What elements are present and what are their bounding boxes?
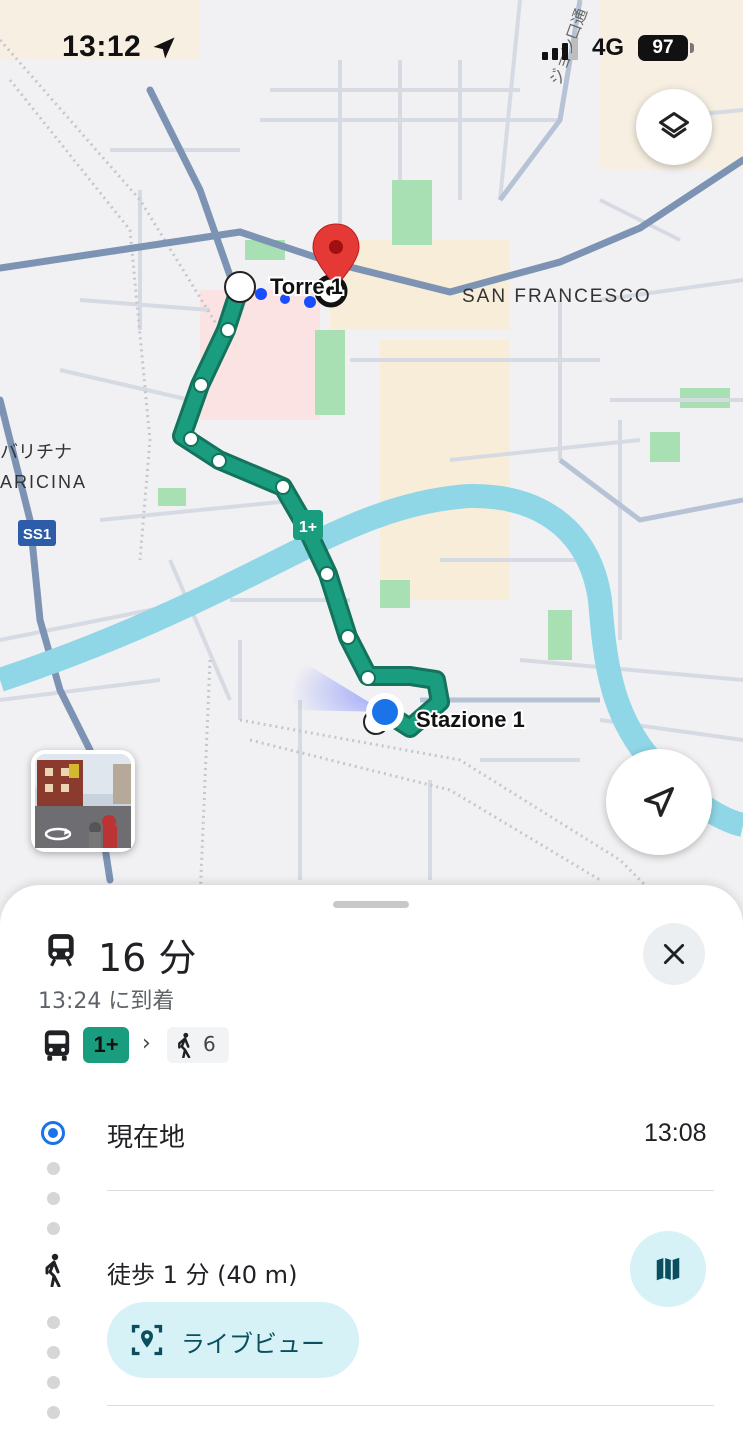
district-label: SAN FRANCESCO [462,286,652,307]
park [315,330,345,415]
timeline-dot [47,1222,60,1235]
clock: 13:12 [62,30,142,63]
origin-stop-marker[interactable] [224,271,256,303]
map-view[interactable]: SAN FRANCESCO バリチナ ARICINA ジョン口通 SS1 1+ [0,0,743,902]
live-view-icon [131,1324,163,1356]
area-label-it: ARICINA [0,472,87,492]
battery-level: 97 [652,37,674,58]
live-view-button[interactable]: ライブビュー [107,1302,359,1378]
bus-icon [44,1030,70,1061]
route-stop[interactable] [220,322,236,338]
route-stop[interactable] [211,453,227,469]
timeline-dot [47,1346,60,1359]
layers-button[interactable] [636,89,712,165]
network-type: 4G [592,34,625,61]
divider [107,1405,714,1406]
live-view-label: ライブビュー [181,1330,325,1358]
timeline-dot [47,1406,60,1419]
area-label-jp: バリチナ [0,442,72,463]
sheet-drag-handle[interactable] [333,901,409,908]
train-icon [48,934,74,967]
park [392,180,432,245]
walk-summary-chip: 6 [167,1027,229,1063]
walk-minutes: 6 [203,1032,216,1056]
route-stop[interactable] [275,479,291,495]
walking-icon [45,1253,61,1287]
route-stop[interactable] [183,431,199,447]
directions-sheet[interactable]: 16 分 13:24 に到着 1+ › 6 現在地 13:08 徒歩 1 分 (… [0,885,743,1448]
status-bar: 13:12 4G 97 [0,0,743,100]
close-icon [663,943,685,965]
layers-icon [659,112,689,139]
current-location-dot [41,1121,65,1145]
road-shield-label: SS1 [23,526,51,543]
timeline-dot [47,1192,60,1205]
navigate-button[interactable] [606,749,712,855]
origin-stop-label: Torre 1 [270,274,343,299]
arrival-time: 13:24 に到着 [38,989,175,1014]
location-services-icon [153,37,175,59]
route-stop[interactable] [360,670,376,686]
close-button[interactable] [643,923,705,985]
divider [107,1190,714,1191]
transit-line-badge: 1+ [83,1027,129,1063]
walking-icon [178,1032,191,1058]
step-origin-label: 現在地 [107,1123,186,1153]
battery-indicator: 97 [638,35,688,61]
route-badge-label: 1+ [299,519,317,536]
route-stop[interactable] [340,629,356,645]
street-view-rotate-icon [44,827,72,841]
timeline-dot [47,1316,60,1329]
step-origin-time: 13:08 [644,1119,707,1147]
trip-duration: 16 分 [98,936,197,980]
map-icon [656,1257,680,1281]
battery-nub [690,43,694,53]
timeline-dot [47,1376,60,1389]
street-view-thumbnail[interactable] [31,750,135,852]
destination-stop-label: Stazione 1 [416,707,525,732]
timeline-dot [47,1162,60,1175]
route-stop[interactable] [319,566,335,582]
show-on-map-button[interactable] [630,1231,706,1307]
route-stop[interactable] [193,377,209,393]
cellular-signal-icon [542,38,578,60]
navigation-arrow-icon [644,787,674,817]
walk-step-label: 徒歩 1 分 (40 m) [107,1261,298,1289]
chevron-right-icon: › [142,1031,151,1056]
